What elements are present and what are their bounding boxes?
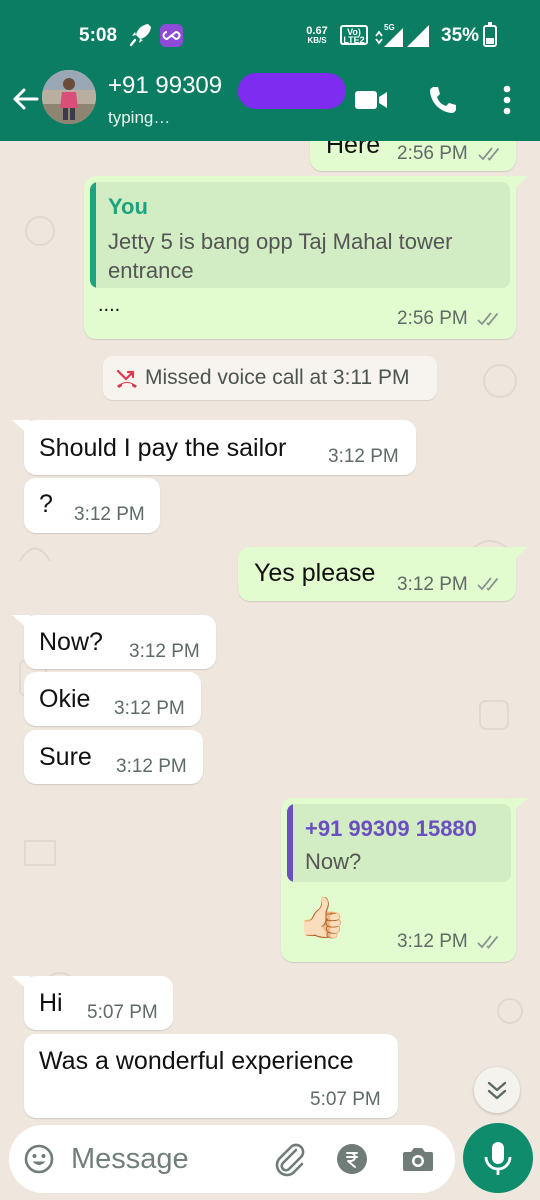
- mic-button[interactable]: [463, 1123, 533, 1193]
- quote-bar: [90, 182, 96, 288]
- voice-call-icon[interactable]: [425, 82, 461, 118]
- message-bubble-in[interactable]: Sure 3:12 PM: [24, 730, 203, 784]
- bubble-tail: [510, 798, 528, 814]
- message-text: Was a wonderful experience: [39, 1047, 354, 1075]
- quoted-message[interactable]: You Jetty 5 is bang opp Taj Mahal tower …: [90, 182, 510, 288]
- double-tick-icon: [477, 935, 499, 949]
- more-options-icon[interactable]: [494, 80, 520, 120]
- contact-avatar[interactable]: [42, 70, 96, 124]
- quote-author: You: [108, 194, 148, 219]
- message-bubble-in[interactable]: Hi 5:07 PM: [12, 976, 173, 1030]
- message-text: ....: [98, 294, 121, 316]
- emoji-icon[interactable]: [23, 1143, 55, 1175]
- app-notification-icon: [160, 24, 183, 47]
- message-text: Now?: [39, 628, 103, 656]
- message-input[interactable]: [71, 1139, 261, 1179]
- bubble-tail: [510, 547, 528, 563]
- bubble-tail: [12, 420, 30, 436]
- message-bubble-in[interactable]: ? 3:12 PM: [24, 478, 160, 533]
- double-tick-icon: [477, 312, 499, 326]
- message-bubble-out[interactable]: Yes please 3:12 PM: [238, 547, 528, 601]
- quote-bar: [287, 804, 293, 882]
- message-time: 2:56 PM: [397, 143, 468, 164]
- message-composer: [9, 1125, 455, 1193]
- net-speed-value: 0.67: [306, 25, 328, 37]
- message-time: 3:12 PM: [129, 641, 200, 662]
- message-text: Should I pay the sailor: [39, 434, 287, 462]
- camera-icon[interactable]: [401, 1143, 435, 1175]
- double-tick-icon: [478, 147, 500, 161]
- quote-text: Now?: [305, 849, 362, 874]
- missed-call-icon: [116, 369, 137, 388]
- video-call-icon[interactable]: [352, 84, 390, 116]
- chat-header: +91 99309 typing…: [0, 62, 540, 141]
- message-text: Sure: [39, 743, 92, 771]
- message-bubble-out[interactable]: +91 99309 15880 Now? 👍🏻 3:12 PM: [281, 798, 528, 962]
- bubble-tail: [12, 615, 30, 631]
- message-text: ?: [39, 490, 53, 518]
- bubble-tail: [12, 976, 30, 992]
- message-time: 3:12 PM: [116, 756, 187, 777]
- redaction-mark: [238, 73, 346, 109]
- message-text: Yes please: [254, 559, 376, 587]
- attach-icon[interactable]: [271, 1140, 307, 1178]
- message-text: Hi: [39, 989, 63, 1017]
- missed-call-text: Missed voice call at 3:11 PM: [145, 366, 410, 389]
- message-bubble-in[interactable]: Now? 3:12 PM: [12, 615, 216, 669]
- message-bubble-in[interactable]: Should I pay the sailor 3:12 PM: [12, 420, 416, 475]
- signal-icon: 5G: [375, 23, 429, 47]
- contact-status: typing…: [108, 108, 171, 127]
- contact-name[interactable]: +91 99309: [108, 72, 222, 100]
- quoted-message[interactable]: +91 99309 15880 Now?: [287, 804, 511, 882]
- status-time: 5:08: [79, 25, 118, 46]
- battery-percent: 35%: [441, 25, 480, 46]
- rupee-icon[interactable]: [337, 1144, 367, 1174]
- double-tick-icon: [477, 577, 499, 591]
- message-time: 5:07 PM: [310, 1089, 381, 1110]
- battery-icon: [483, 22, 497, 47]
- message-text: Okie: [39, 685, 91, 713]
- message-time: 3:12 PM: [328, 446, 399, 467]
- quote-text: Jetty 5 is bang opp Taj Mahal tower entr…: [108, 229, 453, 283]
- message-bubble-in[interactable]: Was a wonderful experience 5:07 PM: [24, 1034, 398, 1118]
- message-time: 3:12 PM: [397, 574, 468, 595]
- mic-icon: [484, 1142, 512, 1175]
- net-speed-unit: KB/S: [307, 36, 327, 45]
- network-speed: 0.67 KB/S: [303, 26, 331, 46]
- volte-indicator: Vo) LTE2: [340, 25, 368, 45]
- message-time: 5:07 PM: [87, 1002, 158, 1023]
- bubble-tail: [510, 176, 528, 192]
- message-time: 2:56 PM: [397, 308, 468, 329]
- rocket-icon: [129, 24, 151, 47]
- quote-author: +91 99309 15880: [305, 816, 477, 841]
- message-text: Here: [326, 141, 381, 159]
- back-arrow-icon[interactable]: [8, 82, 42, 116]
- scroll-to-bottom-button[interactable]: [474, 1067, 520, 1113]
- message-time: 3:12 PM: [74, 504, 145, 525]
- svg-text:5G: 5G: [384, 23, 395, 32]
- thumbs-up-emoji: 👍🏻: [297, 895, 347, 941]
- message-time: 3:12 PM: [114, 698, 185, 719]
- chat-area[interactable]: Here 2:56 PM You Jetty 5 is bang opp Taj…: [0, 141, 540, 1126]
- message-bubble-out[interactable]: You Jetty 5 is bang opp Taj Mahal tower …: [84, 176, 528, 339]
- message-bubble-in[interactable]: Okie 3:12 PM: [24, 672, 201, 726]
- message-bubble-out[interactable]: Here 2:56 PM: [310, 141, 516, 171]
- missed-call-notice[interactable]: Missed voice call at 3:11 PM: [103, 356, 437, 400]
- message-time: 3:12 PM: [397, 931, 468, 952]
- top-bar: 5:08 0.67 KB/S Vo) LTE2 5G 35% +91 99309…: [0, 0, 540, 141]
- chevron-double-down-icon: [487, 1081, 507, 1100]
